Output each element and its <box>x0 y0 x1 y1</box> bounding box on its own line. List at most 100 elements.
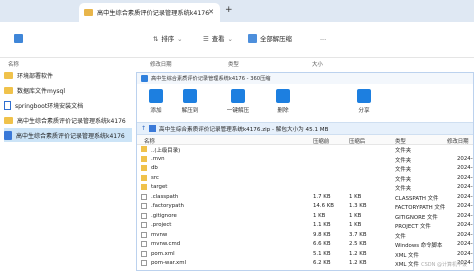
cell-name: ..(上级目录) <box>151 148 181 154</box>
table-row[interactable]: .project 1.1 KB 1 KB PROJECT 文件 2024-C <box>137 221 473 230</box>
file-icon <box>141 222 147 228</box>
folder-icon <box>141 155 147 162</box>
table-row[interactable]: .factorypath 14.6 KB 1.3 KB FACTORYPATH 文件 2… <box>137 202 473 211</box>
table-row[interactable]: mvnw.cmd 6.6 KB 2.5 KB Windows 命令脚本 2024-C <box>137 240 473 249</box>
delete-label: 删除 <box>277 108 289 114</box>
cell-before: 5.1 KB <box>313 250 331 257</box>
zip-path: 高中生综合素质评价记录管理系统k4176.zip - 解包大小为 45.1 MB <box>159 126 329 133</box>
sort-button[interactable]: ⇅ 排序 ⌄ <box>153 34 183 44</box>
list-item[interactable]: 高中生综合素质评价记录管理系统k4176 <box>4 113 132 127</box>
extract-to-button[interactable]: 解压到 <box>175 87 205 114</box>
zip-titlebar: 高中生综合素质评价记录管理系统k4176 - 360压缩 <box>137 73 473 84</box>
close-icon[interactable]: ✕ <box>208 8 214 16</box>
table-row[interactable]: mvnw 9.8 KB 3.7 KB 文件 2024-C <box>137 231 473 240</box>
one-click-extract-button[interactable]: 一键解压 <box>223 87 253 114</box>
cell-type: 文件夹 <box>395 157 412 164</box>
explorer-titlebar: 高中生综合素质评价记录管理系统k4176 ✕ + <box>0 0 474 22</box>
cell-name: db <box>151 165 158 171</box>
cell-name: .project <box>151 222 172 228</box>
cell-after: 1.2 KB <box>349 250 367 257</box>
file-icon <box>141 203 147 209</box>
item-label: 高中生综合素质评价记录管理系统k4176 <box>16 132 125 140</box>
column-after[interactable]: 压缩后 <box>349 137 365 145</box>
extract-all-button[interactable]: 全部解压缩 <box>248 34 292 43</box>
column-type[interactable]: 类型 <box>395 137 406 145</box>
file-icon <box>141 260 147 266</box>
chevron-down-icon: ⌄ <box>177 34 183 43</box>
cell-type: 文件夹 <box>395 176 412 183</box>
new-button[interactable] <box>14 34 23 43</box>
table-row[interactable]: .mvn 文件夹 2024-C <box>137 155 473 164</box>
list-item[interactable]: springboot环境安装文档 <box>4 98 132 112</box>
table-row[interactable]: pom.xml 5.1 KB 1.2 KB XML 文件 2024-C <box>137 250 473 259</box>
cell-after: 3.7 KB <box>349 231 367 238</box>
column-name[interactable]: 名称 <box>8 60 19 68</box>
cell-date: 2024-C <box>457 184 473 190</box>
cell-type: GITIGNORE 文件 <box>395 214 438 221</box>
document-icon <box>4 100 11 110</box>
cell-after: 1.2 KB <box>349 260 367 266</box>
folder-icon <box>4 116 13 124</box>
zip-title: 高中生综合素质评价记录管理系统k4176 - 360压缩 <box>151 76 271 82</box>
view-icon: ☰ <box>203 34 209 43</box>
cell-after: 1 KB <box>349 193 362 200</box>
zip-icon <box>4 130 12 140</box>
cell-before: 1.1 KB <box>313 222 331 228</box>
table-row[interactable]: target 文件夹 2024-C <box>137 183 473 192</box>
new-tab-icon[interactable]: + <box>225 5 233 15</box>
column-type[interactable]: 类型 <box>228 60 239 68</box>
cell-after: 1 KB <box>349 222 362 228</box>
cell-type: 文件夹 <box>395 167 412 173</box>
folder-icon <box>84 9 93 16</box>
extract-to-label: 解压到 <box>181 108 199 114</box>
extract-to-icon <box>183 89 197 103</box>
column-name[interactable]: 名称 <box>144 137 155 145</box>
cell-after: 1 KB <box>349 212 362 219</box>
share-button[interactable]: 分享 <box>349 87 379 114</box>
cell-name: pom.xml <box>151 250 175 257</box>
cell-date: 2024-C <box>457 241 473 247</box>
cell-type: XML 文件 <box>395 252 419 259</box>
cell-type: PROJECT 文件 <box>395 224 431 230</box>
table-row[interactable]: src 文件夹 2024-C <box>137 174 473 183</box>
cell-after: 1.3 KB <box>349 203 367 209</box>
column-date[interactable]: 修改日期 <box>447 137 469 145</box>
cell-name: .classpath <box>151 193 179 200</box>
more-label: ... <box>320 34 327 42</box>
table-row[interactable]: ..(上级目录) 文件夹 <box>137 145 473 154</box>
more-button[interactable]: ... <box>320 34 326 42</box>
cell-before: 1 KB <box>313 212 326 219</box>
zip-file-list: ..(上级目录) 文件夹 .mvn 文件夹 2024-C db 文件夹 2024-C src 文件… <box>137 145 473 271</box>
list-item[interactable]: 数据库文件mysql <box>4 83 132 97</box>
add-icon <box>149 89 163 103</box>
list-item-selected[interactable]: 高中生综合素质评价记录管理系统k4176 <box>4 128 132 142</box>
zip-path-bar[interactable]: ↑ 高中生综合素质评价记录管理系统k4176.zip - 解包大小为 45.1 … <box>137 122 473 135</box>
column-date[interactable]: 修改日期 <box>150 60 172 68</box>
delete-button[interactable]: 删除 <box>268 87 298 114</box>
cell-type: 文件夹 <box>395 186 412 192</box>
extract-all-label: 全部解压缩 <box>260 35 292 43</box>
cell-before: 14.6 KB <box>313 203 334 209</box>
table-row[interactable]: .gitignore 1 KB 1 KB GITIGNORE 文件 2024-C <box>137 212 473 221</box>
column-size[interactable]: 大小 <box>312 60 323 68</box>
zip-column-header: 名称 压缩前 压缩后 类型 修改日期 <box>137 135 473 145</box>
table-row[interactable]: .classpath 1.7 KB 1 KB CLASSPATH 文件 2024-C <box>137 193 473 202</box>
tab-title: 高中生综合素质评价记录管理系统k4176 <box>97 10 210 17</box>
cell-type: 文件 <box>395 233 406 240</box>
view-label: 查看 <box>211 35 225 43</box>
explorer-column-header: 名称 修改日期 类型 大小 <box>0 58 474 68</box>
column-before[interactable]: 压缩前 <box>313 137 329 145</box>
view-button[interactable]: ☰ 查看 ⌄ <box>203 34 233 44</box>
table-row[interactable]: db 文件夹 2024-C <box>137 164 473 173</box>
cell-date: 2024-C <box>457 174 473 181</box>
up-arrow-icon[interactable]: ↑ <box>141 125 146 132</box>
list-item[interactable]: 环境部署软件 <box>4 68 132 82</box>
explorer-tab[interactable]: 高中生综合素质评价记录管理系统k4176 ✕ <box>79 3 220 22</box>
cell-type: XML 文件 <box>395 262 419 268</box>
cell-date: 2024-C <box>457 222 473 228</box>
add-button[interactable]: 添加 <box>141 87 171 114</box>
explorer-file-list: 环境部署软件 数据库文件mysql springboot环境安装文档 高中生综合… <box>0 68 135 271</box>
cell-name: mvnw.cmd <box>151 241 181 247</box>
explorer-toolbar: ⇅ 排序 ⌄ ☰ 查看 ⌄ 全部解压缩 ... <box>0 22 474 58</box>
item-label: 环境部署软件 <box>17 72 54 80</box>
